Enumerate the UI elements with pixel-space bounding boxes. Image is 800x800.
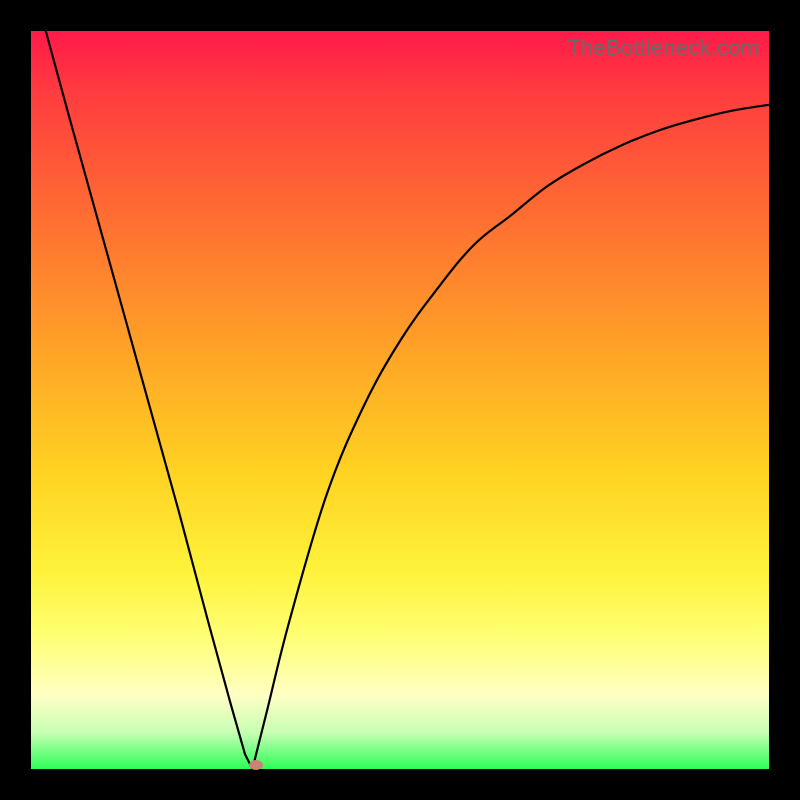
plot-area: TheBottleneck.com [31, 31, 769, 769]
bottleneck-marker-dot [249, 760, 263, 770]
chart-frame: TheBottleneck.com [0, 0, 800, 800]
bottleneck-curve [31, 31, 769, 769]
curve-right-branch [252, 105, 769, 769]
curve-left-branch [46, 31, 253, 769]
